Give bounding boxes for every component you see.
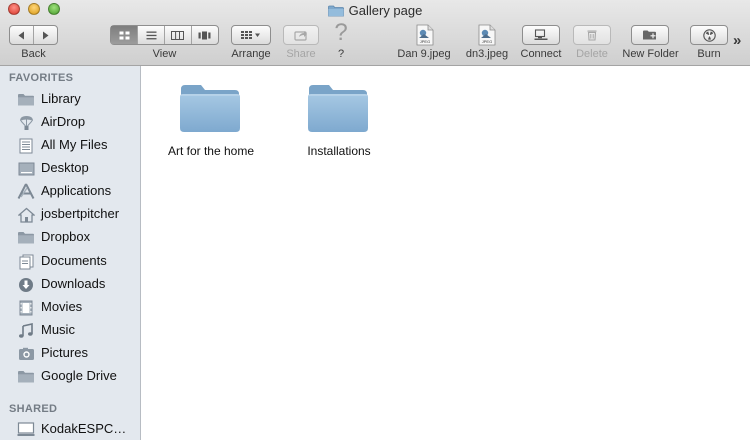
file-dn3-label[interactable]: dn3.jpeg [460, 48, 514, 60]
connect-button[interactable] [522, 25, 560, 45]
music-icon [17, 322, 35, 339]
sidebar-item-label: Dropbox [41, 229, 91, 244]
folder-icon [17, 229, 35, 246]
sidebar-item-airdrop[interactable]: AirDrop [0, 111, 140, 134]
connect-label: Connect [520, 48, 562, 60]
jpeg-file-icon[interactable]: JPEG [416, 24, 434, 46]
pictures-icon [17, 345, 35, 362]
delete-button[interactable] [573, 25, 611, 45]
arrange-icon [241, 31, 260, 39]
sidebar-item-movies[interactable]: Movies [0, 296, 140, 319]
share-button[interactable] [283, 25, 319, 45]
jpeg-file-icon[interactable]: JPEG [478, 24, 496, 46]
folder-item[interactable]: Art for the home [141, 80, 281, 180]
applications-icon [17, 183, 35, 200]
sidebar-item-all-my-files[interactable]: All My Files [0, 134, 140, 157]
new-folder-icon [643, 30, 656, 40]
documents-icon [17, 253, 35, 270]
movies-icon [17, 299, 35, 316]
sidebar: FAVORITES Library AirDrop All My Files D… [0, 66, 141, 440]
sidebar-item-label: Movies [41, 299, 83, 314]
file-dan9-label[interactable]: Dan 9.jpeg [394, 48, 454, 60]
favorites-header: FAVORITES [9, 72, 74, 84]
folder-icon [179, 80, 241, 136]
list-view-button[interactable] [137, 26, 164, 44]
folder-icon [17, 91, 35, 108]
shared-header: SHARED [9, 403, 58, 415]
sidebar-item-applications[interactable]: Applications [0, 180, 140, 203]
folder-icon [17, 368, 35, 385]
sidebar-item-documents[interactable]: Documents [0, 250, 140, 273]
back-button[interactable] [10, 26, 33, 44]
all-files-icon [17, 137, 35, 154]
sidebar-item-home[interactable]: josbertpitcher [0, 203, 140, 226]
folder-icon [327, 4, 344, 17]
sidebar-item-label: Downloads [41, 276, 106, 291]
sidebar-item-downloads[interactable]: Downloads [0, 273, 140, 296]
sidebar-item-label: Desktop [41, 160, 89, 175]
arrange-label: Arrange [231, 48, 271, 60]
sidebar-item-label: Applications [41, 183, 112, 198]
sidebar-item-library[interactable]: Library [0, 88, 140, 111]
sidebar-item-label: josbertpitcher [41, 206, 120, 221]
list-view-icon [146, 31, 157, 39]
burn-button[interactable] [690, 25, 728, 45]
column-view-button[interactable] [164, 26, 191, 44]
burn-icon [702, 28, 716, 42]
forward-arrow-icon [43, 31, 49, 39]
column-view-icon [171, 30, 185, 40]
airdrop-icon [17, 114, 35, 131]
downloads-icon [17, 276, 35, 293]
help-label: ? [337, 48, 345, 60]
window-title: Gallery page [348, 2, 423, 18]
share-label: Share [286, 48, 316, 60]
sidebar-item-music[interactable]: Music [0, 319, 140, 342]
view-segmented[interactable] [110, 25, 219, 45]
forward-button[interactable] [33, 26, 57, 44]
coverflow-view-icon [198, 31, 211, 39]
title-bar: Gallery page [0, 0, 750, 20]
new-folder-label: New Folder [622, 48, 679, 60]
sidebar-item-label: Pictures [41, 345, 88, 360]
share-icon [294, 31, 307, 41]
delete-label: Delete [576, 48, 608, 60]
new-folder-button[interactable] [631, 25, 669, 45]
home-icon [17, 206, 35, 223]
sidebar-item-desktop[interactable]: Desktop [0, 157, 140, 180]
icon-view-button[interactable] [111, 26, 138, 44]
finder-window: Gallery page Back View Arrange Share ? ?… [0, 0, 750, 440]
sidebar-item-kodak[interactable]: KodakESPC… [0, 418, 140, 440]
view-label: View [152, 48, 177, 60]
burn-label: Burn [697, 48, 721, 60]
folder-icon [307, 80, 369, 136]
back-forward-segmented[interactable] [9, 25, 58, 45]
toolbar-overflow-icon[interactable]: » [733, 32, 741, 49]
toolbar: Gallery page Back View Arrange Share ? ?… [0, 0, 750, 66]
file-browser: Art for the home Installations [141, 66, 750, 440]
help-icon[interactable]: ? [330, 20, 352, 46]
icon-view-icon [119, 31, 130, 39]
sidebar-item-label: All My Files [41, 137, 108, 152]
sidebar-item-label: Google Drive [41, 368, 117, 383]
folder-item[interactable]: Installations [269, 80, 409, 180]
folder-name: Installations [307, 144, 371, 158]
sidebar-item-dropbox[interactable]: Dropbox [0, 226, 140, 249]
arrange-button[interactable] [231, 25, 271, 45]
desktop-icon [17, 160, 35, 177]
folder-name: Art for the home [167, 144, 255, 158]
sidebar-item-label: Library [41, 91, 81, 106]
sidebar-item-google-drive[interactable]: Google Drive [0, 365, 140, 388]
back-arrow-icon [18, 31, 25, 39]
trash-icon [587, 30, 597, 41]
sidebar-item-pictures[interactable]: Pictures [0, 342, 140, 365]
coverflow-view-button[interactable] [190, 26, 218, 44]
back-label: Back [21, 48, 46, 60]
sidebar-item-label: KodakESPC… [41, 421, 127, 436]
sidebar-item-label: AirDrop [41, 114, 86, 129]
sidebar-item-label: Music [41, 322, 75, 337]
computer-icon [17, 421, 35, 438]
sidebar-item-label: Documents [41, 253, 107, 268]
connect-icon [534, 29, 548, 40]
